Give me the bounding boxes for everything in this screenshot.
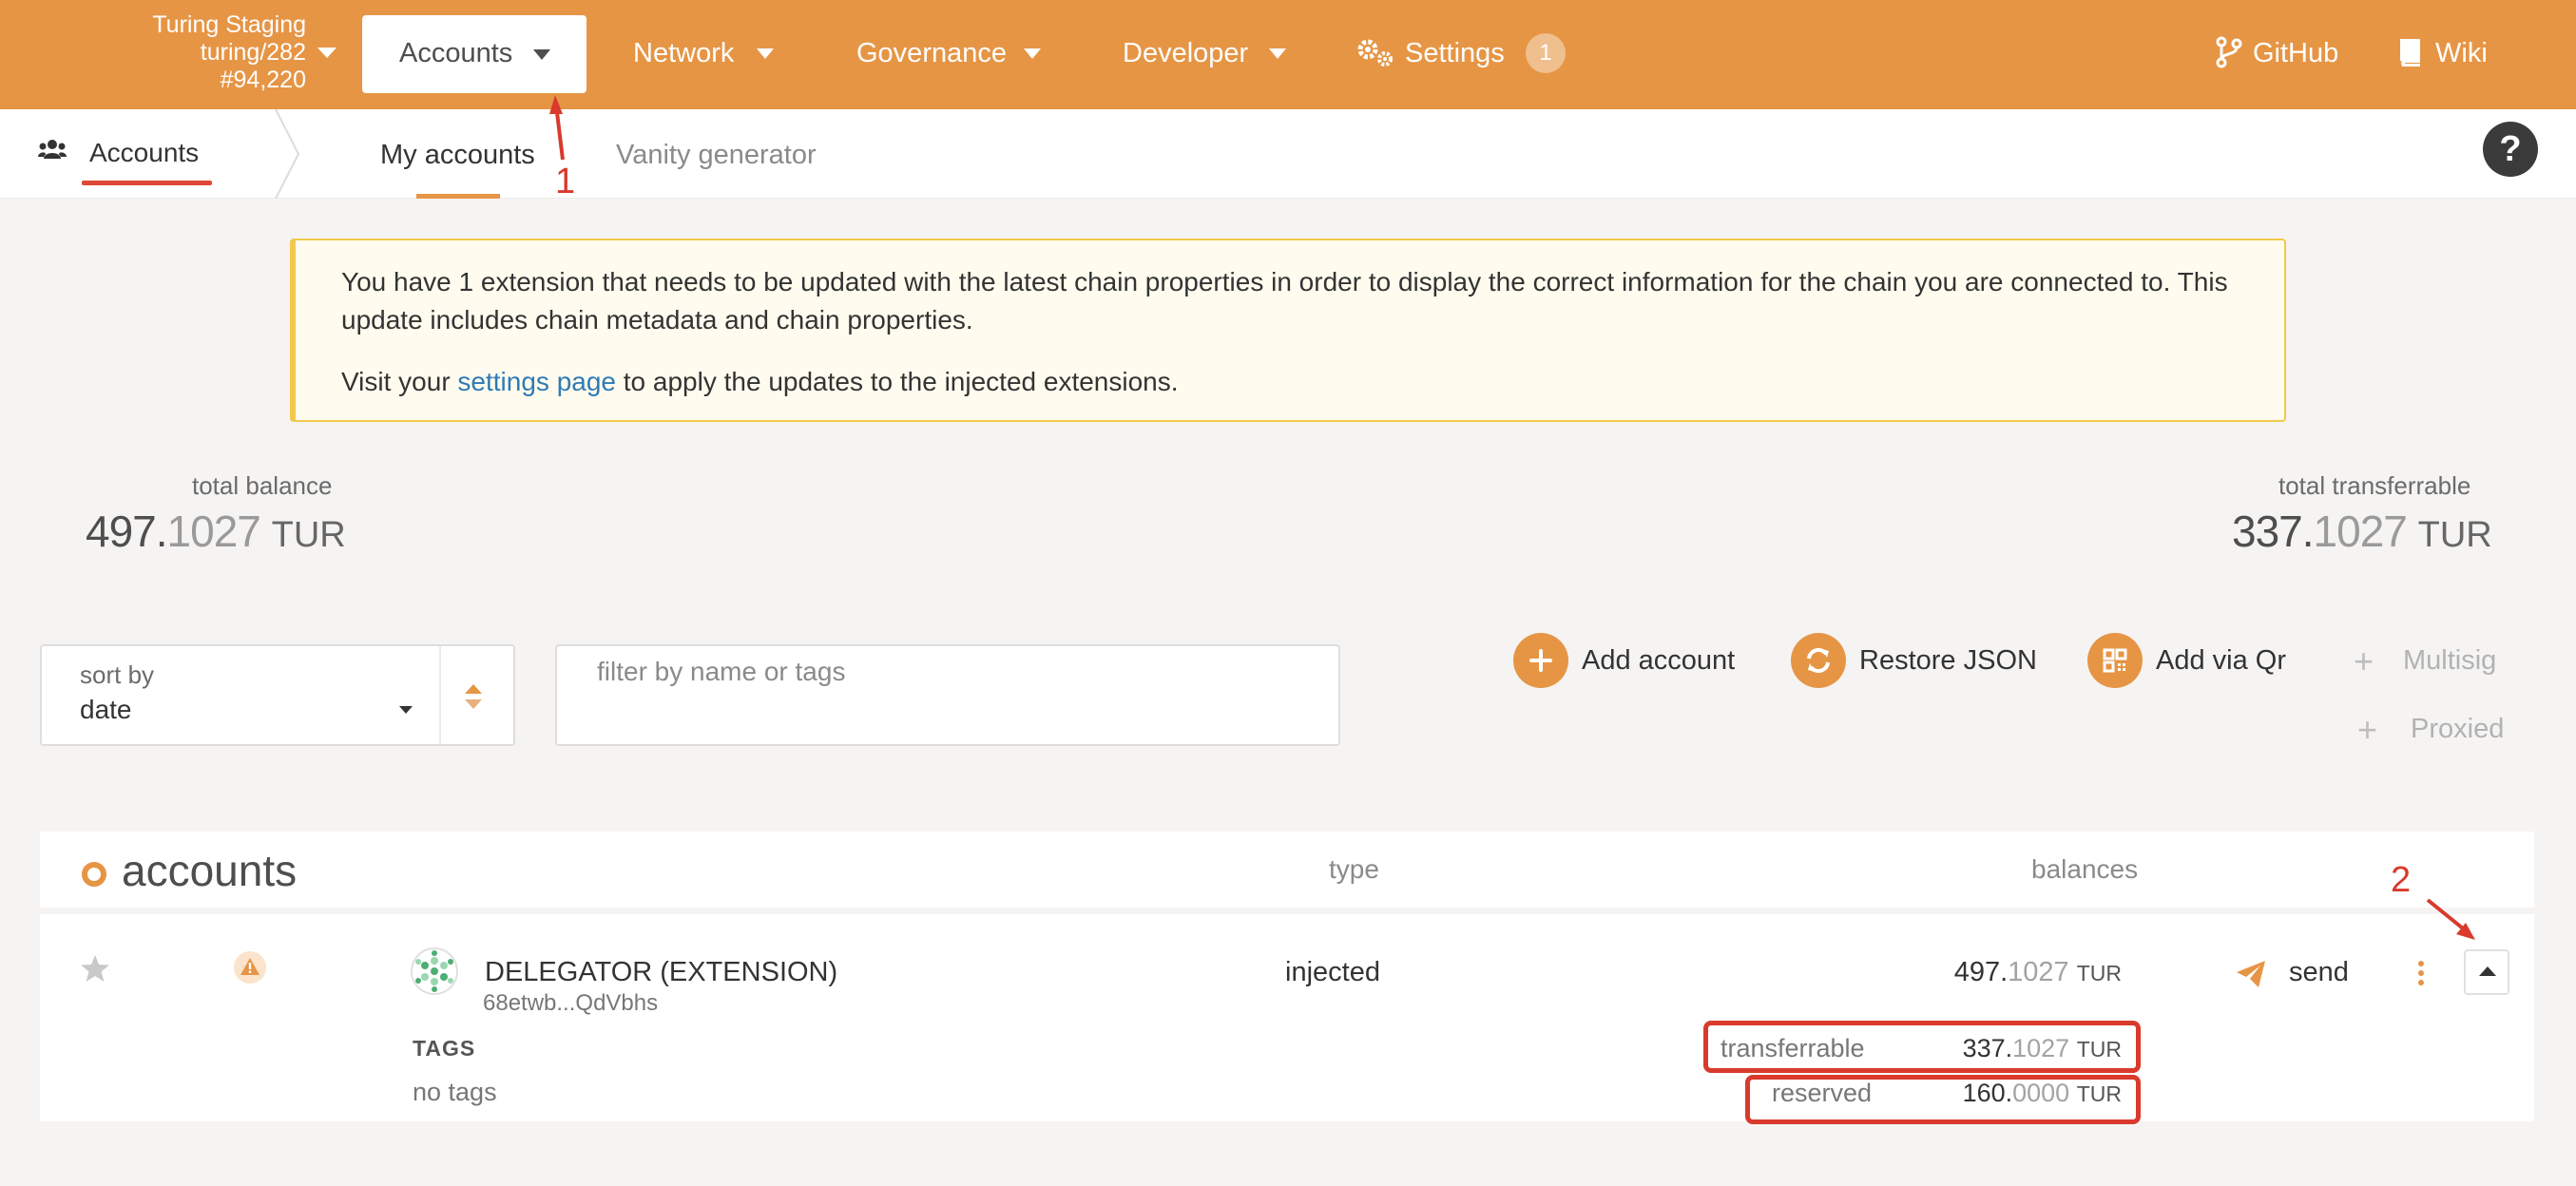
divider [439,646,441,744]
sub-navbar: Accounts My accounts Vanity generator [0,109,2576,199]
account-balance: 497.1027 TUR [1954,957,2122,988]
circle-icon [82,862,106,887]
account-type: injected [1285,957,1380,987]
accounts-table-header: accounts type balances [40,832,2534,908]
tab-my-accounts[interactable]: My accounts [380,140,535,171]
star-icon[interactable] [80,954,110,983]
add-account-label: Add account [1582,645,1736,676]
total-transferrable-value: 337.1027 TUR [2232,506,2492,557]
book-icon [2400,39,2420,67]
filter-input[interactable] [559,648,1336,742]
chain-block: #94,220 [220,67,306,93]
total-balance-dec: 1027 [166,507,261,556]
nav-developer[interactable]: Developer [1123,38,1248,69]
chain-chevron-down-icon[interactable] [317,48,336,58]
annotation-marker-1: 1 [555,162,576,201]
top-navbar: Turing Staging turing/282 #94,220 Accoun… [0,0,2576,109]
tags-value[interactable]: no tags [413,1078,497,1107]
nav-network[interactable]: Network [633,38,734,69]
chevron-up-icon [2479,966,2496,976]
sync-icon [1791,633,1846,688]
collapse-details-button[interactable] [2464,949,2509,995]
annotation-highlight-transferrable [1703,1021,2141,1073]
proxied-label: Proxied [2411,714,2505,744]
settings-page-link[interactable]: settings page [457,367,616,396]
code-branch-icon [2216,36,2242,68]
restore-json-label: Restore JSON [1859,645,2037,676]
account-name[interactable]: DELEGATOR (EXTENSION) [485,957,837,988]
send-button[interactable]: send [2289,957,2349,988]
annotation-marker-2: 2 [2391,860,2412,900]
annotation-arrow-2 [2426,898,2475,940]
total-transferrable-int: 337. [2232,507,2315,556]
chain-selector[interactable]: Turing Staging turing/282 #94,220 [95,11,306,94]
nav-settings[interactable]: Settings [1405,38,1505,69]
multisig-label: Multisig [2403,645,2497,676]
column-header-type: type [1329,854,1379,884]
qrcode-icon [2087,633,2143,688]
extension-update-banner: You have 1 extension that needs to be up… [290,239,2286,422]
nav-github[interactable]: GitHub [2253,38,2338,69]
chevron-down-icon [1269,48,1286,59]
users-icon [38,140,67,159]
total-balance-unit: TUR [271,515,346,555]
total-transferrable-unit: TUR [2417,515,2492,555]
total-balance-int: 497. [86,507,168,556]
accounts-table-title: accounts [122,846,298,895]
banner-instructions: Visit your settings page to apply the up… [341,363,1179,401]
banner-suffix: to apply the updates to the injected ext… [616,367,1179,396]
tags-label: TAGS [413,1036,476,1061]
chevron-down-icon [533,49,550,60]
total-transferrable-label: total transferrable [2278,471,2471,500]
chevron-down-icon [757,48,774,59]
section-underline [82,181,212,185]
account-row: DELEGATOR (EXTENSION) 68etwb...QdVbhs in… [40,914,2534,1121]
column-header-balances: balances [2031,854,2139,884]
gears-icon [1357,39,1393,67]
nav-governance[interactable]: Governance [856,38,1007,69]
multisig-button[interactable]: + Multisig [2354,633,2506,690]
nav-wiki[interactable]: Wiki [2435,38,2488,69]
balance-dec: 1027 [2008,957,2069,987]
total-transferrable-dec: 1027 [2313,507,2408,556]
total-balance-label: total balance [192,471,333,500]
balance-unit: TUR [2076,961,2122,985]
chevron-down-icon [1024,48,1041,59]
sort-dropdown[interactable]: sort by date [40,644,515,746]
nav-accounts-label: Accounts [399,38,513,68]
section-title: Accounts [89,138,200,167]
account-identicon[interactable] [411,947,458,995]
sort-direction-icon[interactable] [463,682,484,711]
help-button[interactable]: ? [2483,122,2538,177]
banner-message: You have 1 extension that needs to be up… [341,267,2228,335]
banner-prefix: Visit your [341,367,458,396]
more-options-icon[interactable] [2416,960,2426,986]
annotation-highlight-reserved [1745,1075,2141,1124]
filter-field[interactable] [555,644,1340,746]
chevron-down-icon [399,706,413,714]
account-address[interactable]: 68etwb...QdVbhs [483,990,658,1017]
chain-version: turing/282 [200,39,306,66]
paper-plane-icon[interactable] [2236,960,2266,988]
proxied-button[interactable]: + Proxied [2357,701,2509,758]
plus-icon [1513,633,1568,688]
chain-name: Turing Staging [152,11,306,38]
plus-icon: + [2357,710,2378,749]
breadcrumb-separator [275,109,300,199]
active-tab-indicator [416,194,500,199]
sort-label: sort by [80,660,155,689]
balance-int: 497. [1953,957,2009,987]
total-balance-value: 497.1027 TUR [86,506,346,557]
sort-value: date [80,695,132,724]
tab-vanity-generator[interactable]: Vanity generator [616,140,817,171]
nav-accounts[interactable]: Accounts [362,15,586,93]
settings-count-badge: 1 [1526,33,1566,73]
plus-icon: + [2354,641,2374,680]
warning-icon [234,951,266,984]
add-via-qr-label: Add via Qr [2156,645,2286,676]
